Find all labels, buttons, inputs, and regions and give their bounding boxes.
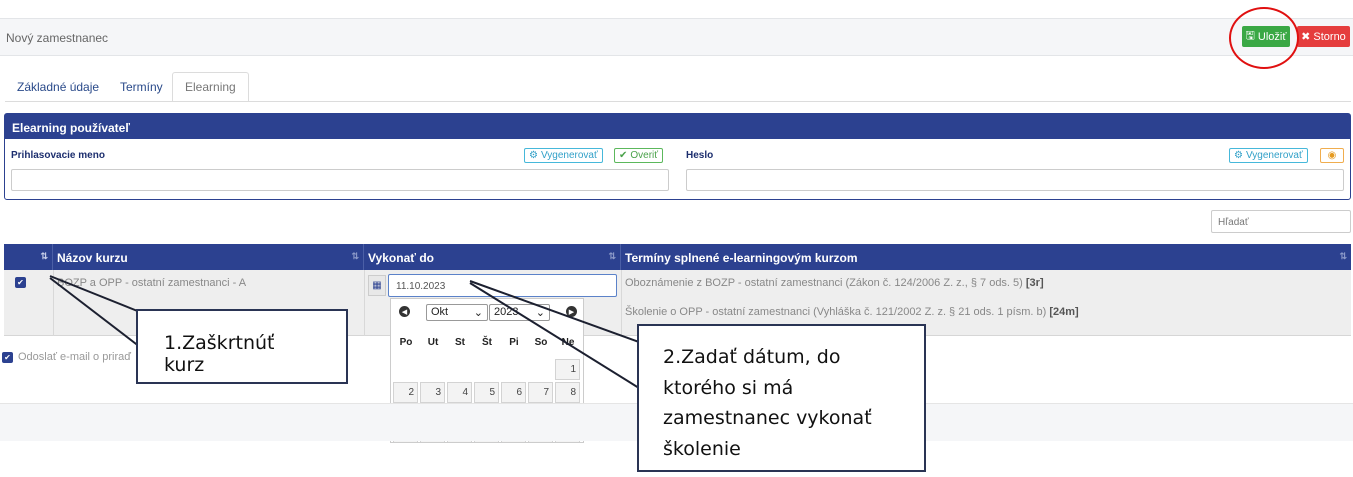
arrow-line bbox=[49, 277, 141, 348]
callout-line: 2.Zadať dátum, do bbox=[663, 346, 841, 368]
arrow-line bbox=[49, 275, 141, 313]
callout-line: ktorého si má bbox=[663, 376, 794, 399]
arrow-line bbox=[469, 280, 640, 343]
callout-step-2: 2.Zadať dátum, do ktorého si má zamestna… bbox=[637, 324, 926, 472]
callout-line: školenie bbox=[663, 437, 741, 460]
callout-line: zamestnanec vykonať bbox=[663, 407, 872, 429]
callout-step-1: 1.Zaškrtnúť kurz bbox=[136, 309, 348, 384]
arrow-line bbox=[469, 282, 640, 389]
